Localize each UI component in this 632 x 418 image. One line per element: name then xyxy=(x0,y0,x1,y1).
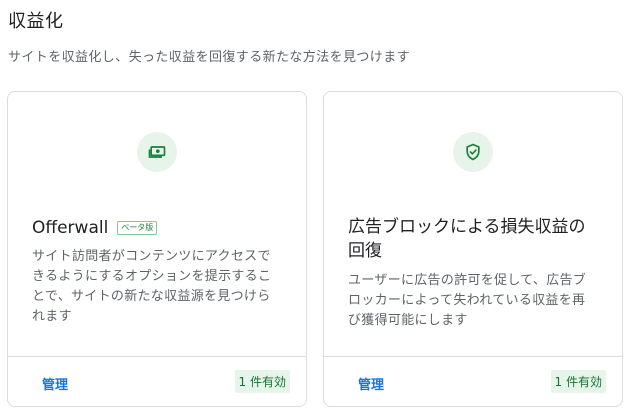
offerwall-card: Offerwall ベータ版 サイト訪問者がコンテンツにアクセスできるようにする… xyxy=(7,91,307,407)
status-badge: 1 件有効 xyxy=(550,370,606,393)
money-icon xyxy=(137,132,177,172)
card-title: 広告ブロックによる損失収益の回復 xyxy=(348,217,586,261)
beta-badge: ベータ版 xyxy=(117,221,158,235)
card-description: ユーザーに広告の許可を促して、広告ブロッカーによって失われている収益を再び獲得可… xyxy=(348,273,587,328)
card-divider xyxy=(8,356,306,357)
card-title-row: Offerwall ベータ版 xyxy=(32,218,158,238)
page-title: 収益化 xyxy=(8,11,64,32)
ad-block-recovery-card: 広告ブロックによる損失収益の回復 ユーザーに広告の許可を促して、広告ブロッカーに… xyxy=(323,91,623,407)
shield-check-icon xyxy=(453,132,493,172)
card-description: サイト訪問者がコンテンツにアクセスできるようにするオプションを提示することで、サ… xyxy=(32,249,272,324)
status-badge: 1 件有効 xyxy=(234,370,290,393)
page-subtitle: サイトを収益化し、失った収益を回復する新たな方法を見つけます xyxy=(8,50,411,65)
manage-button[interactable]: 管理 xyxy=(358,374,384,393)
card-title: Offerwall xyxy=(32,218,109,238)
manage-button[interactable]: 管理 xyxy=(42,374,68,393)
card-divider xyxy=(324,356,622,357)
